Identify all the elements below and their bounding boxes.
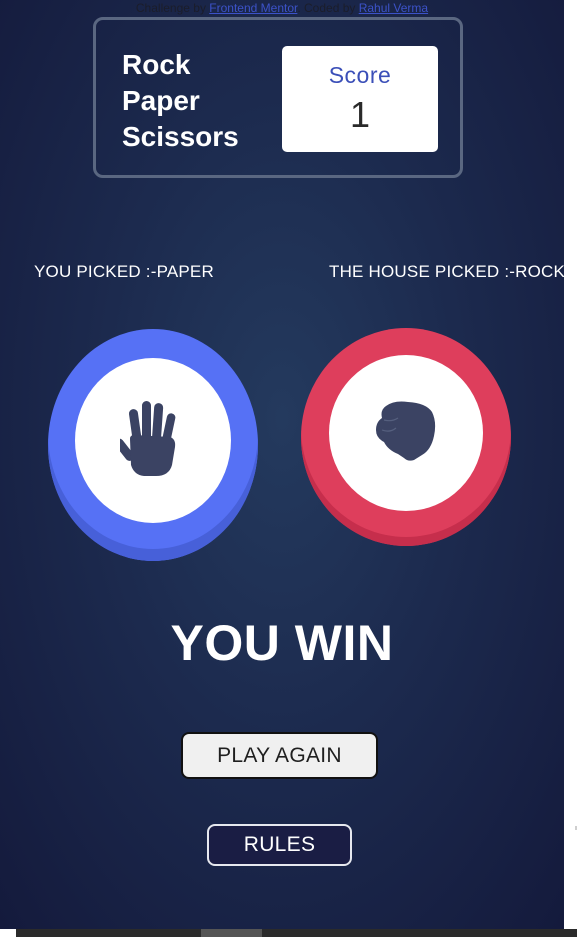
house-choice-rock-token — [301, 328, 511, 546]
player-choice-paper-token — [48, 329, 258, 561]
scoreboard-header: Rock Paper Scissors Score 1 — [93, 17, 463, 178]
game-stage: Challenge by Frontend Mentor. Coded by R… — [0, 0, 564, 929]
title-line-paper: Paper — [122, 85, 200, 116]
attribution: Challenge by Frontend Mentor. Coded by R… — [0, 1, 564, 15]
title-line-scissors: Scissors — [122, 121, 239, 152]
attribution-prefix: Challenge by — [135, 1, 210, 15]
attribution-middle: . Coded by — [297, 1, 359, 15]
rock-token-face — [329, 355, 483, 511]
horizontal-scrollbar[interactable] — [0, 929, 577, 937]
score-box: Score 1 — [282, 46, 438, 152]
horizontal-scrollbar-track[interactable] — [16, 929, 577, 937]
vertical-scrollbar[interactable] — [564, 0, 577, 929]
game-title: Rock Paper Scissors — [122, 47, 239, 155]
score-label: Score — [328, 62, 392, 88]
you-picked-label: YOU PICKED :-PAPER — [34, 262, 214, 281]
score-value: 1 — [349, 94, 371, 135]
fist-rock-icon — [374, 400, 438, 467]
play-again-button[interactable]: PLAY AGAIN — [181, 732, 378, 779]
frontend-mentor-link[interactable]: Frontend Mentor — [209, 1, 297, 15]
title-line-rock: Rock — [122, 49, 191, 80]
house-picked-label: THE HOUSE PICKED :-ROCK — [329, 262, 564, 281]
result-message: YOU WIN — [170, 615, 394, 671]
author-link[interactable]: Rahul Verma — [359, 1, 428, 15]
paper-token-face — [75, 358, 231, 523]
horizontal-scrollbar-thumb[interactable] — [201, 929, 262, 937]
hand-paper-icon — [114, 399, 186, 482]
rules-button[interactable]: RULES — [207, 824, 352, 866]
